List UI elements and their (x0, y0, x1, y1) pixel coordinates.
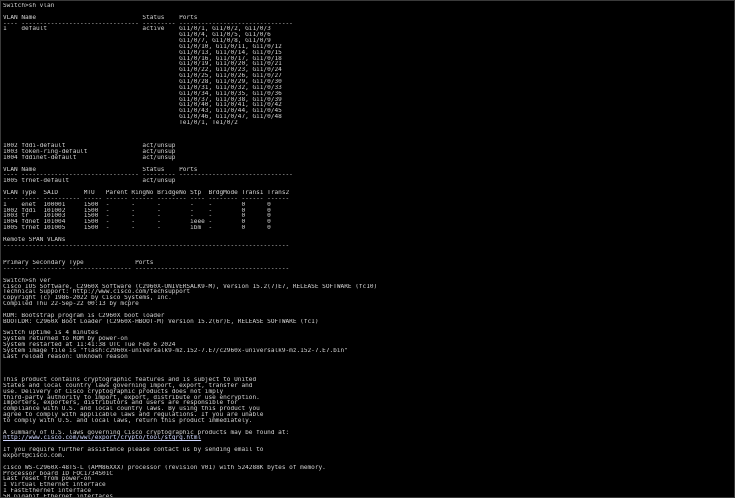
terminal-window[interactable]: Switch>sh vlan VLAN Name Status Ports ----… (0, 0, 735, 498)
terminal-line: 50 Gigabit Ethernet interfaces (3, 494, 733, 497)
terminal-output[interactable]: Switch>sh vlan VLAN Name Status Ports ----… (3, 3, 733, 497)
